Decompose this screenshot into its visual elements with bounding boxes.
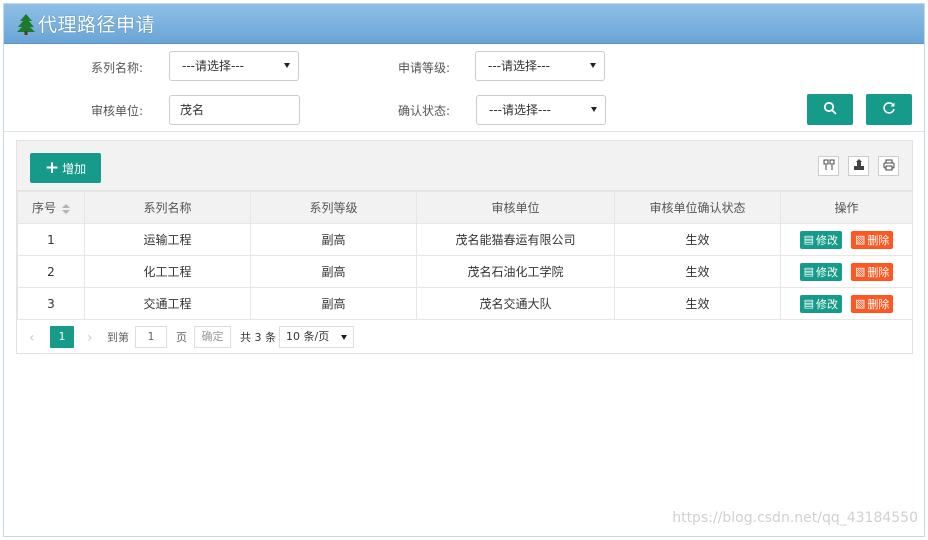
app-frame: 代理路径申请 系列名称: ---请选择--- 申请等级: ---请选择--- 审… (3, 3, 925, 537)
search-button[interactable] (807, 94, 853, 125)
plus-icon: + (44, 157, 60, 178)
delete-button[interactable]: ▧ 删除 (851, 294, 894, 313)
pagination: ‹ 1 › 到第 1 页 确定 共 3 条 10 条/页 (17, 320, 912, 353)
table-row: 2 化工工程 副高 茂名石油化工学院 生效 ▤ 修改 ▧ 删除 (17, 255, 913, 288)
review-unit-label: 审核单位: (91, 104, 144, 118)
sort-icon[interactable] (62, 203, 70, 214)
add-button-label: 增加 (62, 161, 87, 176)
export-icon (853, 158, 865, 174)
trash-icon: ▧ (855, 297, 866, 310)
header-series-level: 系列等级 (250, 191, 417, 224)
trash-icon: ▧ (855, 265, 866, 278)
goto-page-input[interactable]: 1 (135, 326, 167, 348)
table-row: 1 运输工程 副高 茂名能猫春运有限公司 生效 ▤ 修改 ▧ 删除 (17, 223, 913, 256)
edit-button[interactable]: ▤ 修改 (799, 262, 842, 281)
cell-unit: 茂名交通大队 (416, 287, 615, 320)
chevron-down-icon (590, 63, 596, 68)
chevron-down-icon (284, 63, 290, 68)
page-title: 代理路径申请 (38, 14, 156, 36)
header-actions: 操作 (780, 191, 913, 224)
cell-actions: ▤ 修改 ▧ 删除 (780, 287, 913, 320)
series-name-select-value: ---请选择--- (182, 59, 244, 73)
review-unit-input[interactable]: 茂名 (169, 95, 300, 125)
table-header-row: 序号 系列名称 系列等级 审核单位 审核单位确认状态 操作 (17, 191, 913, 224)
data-table: 序号 系列名称 系列等级 审核单位 审核单位确认状态 操作 1 运输工程 副高 … (17, 191, 913, 320)
print-icon (883, 159, 895, 174)
header-review-unit: 审核单位 (416, 191, 615, 224)
page-size-value: 10 条/页 (286, 330, 330, 343)
trash-icon: ▧ (855, 233, 866, 246)
confirm-status-select[interactable]: ---请选择--- (476, 95, 606, 125)
header-index[interactable]: 序号 (17, 191, 85, 224)
refresh-button[interactable] (866, 94, 912, 125)
table-row: 3 交通工程 副高 茂名交通大队 生效 ▤ 修改 ▧ 删除 (17, 287, 913, 320)
confirm-status-select-value: ---请选择--- (489, 103, 551, 117)
cell-status: 生效 (614, 255, 781, 288)
edit-icon: ▤ (803, 265, 814, 278)
add-button[interactable]: + 增加 (30, 153, 101, 183)
edit-icon: ▤ (803, 297, 814, 310)
edit-button[interactable]: ▤ 修改 (799, 294, 842, 313)
cell-unit: 茂名石油化工学院 (416, 255, 615, 288)
prev-page-icon[interactable]: ‹ (29, 328, 35, 348)
page-size-select[interactable]: 10 条/页 (279, 326, 354, 348)
cell-level: 副高 (250, 223, 417, 256)
columns-icon (823, 159, 835, 174)
tree-icon (16, 13, 36, 35)
divider (4, 131, 924, 132)
print-button[interactable] (878, 156, 899, 176)
cell-index: 3 (17, 287, 85, 320)
series-name-label: 系列名称: (91, 61, 144, 75)
next-page-icon[interactable]: › (87, 328, 93, 348)
delete-button[interactable]: ▧ 删除 (851, 230, 894, 249)
apply-level-label: 申请等级: (398, 61, 451, 75)
page-header: 代理路径申请 (4, 4, 924, 44)
columns-filter-button[interactable] (818, 156, 839, 176)
cell-status: 生效 (614, 287, 781, 320)
review-unit-input-value: 茂名 (180, 103, 205, 117)
table-toolbar: + 增加 (17, 141, 912, 191)
chevron-down-icon (591, 107, 597, 112)
refresh-icon (882, 101, 896, 118)
goto-label: 到第 (107, 331, 129, 344)
cell-unit: 茂名能猫春运有限公司 (416, 223, 615, 256)
goto-confirm-button[interactable]: 确定 (194, 326, 231, 348)
delete-button[interactable]: ▧ 删除 (851, 262, 894, 281)
cell-index: 1 (17, 223, 85, 256)
cell-status: 生效 (614, 223, 781, 256)
cell-index: 2 (17, 255, 85, 288)
cell-level: 副高 (250, 255, 417, 288)
cell-series: 运输工程 (84, 223, 251, 256)
header-confirm-status: 审核单位确认状态 (614, 191, 781, 224)
chevron-down-icon (341, 335, 347, 340)
data-panel: + 增加 序号 系列名称 系列等级 审核单位 审核单位确认状态 操作 1 运输工… (16, 140, 913, 354)
cell-series: 交通工程 (84, 287, 251, 320)
watermark: https://blog.csdn.net/qq_43184550 (672, 510, 918, 526)
apply-level-select-value: ---请选择--- (488, 59, 550, 73)
cell-actions: ▤ 修改 ▧ 删除 (780, 255, 913, 288)
total-count: 共 3 条 (240, 331, 276, 344)
confirm-status-label: 确认状态: (398, 104, 451, 118)
apply-level-select[interactable]: ---请选择--- (475, 51, 605, 81)
edit-button[interactable]: ▤ 修改 (799, 230, 842, 249)
header-series-name: 系列名称 (84, 191, 251, 224)
search-icon (823, 101, 837, 118)
cell-actions: ▤ 修改 ▧ 删除 (780, 223, 913, 256)
page-label: 页 (176, 331, 187, 344)
current-page[interactable]: 1 (50, 326, 74, 348)
series-name-select[interactable]: ---请选择--- (169, 51, 299, 81)
cell-series: 化工工程 (84, 255, 251, 288)
cell-level: 副高 (250, 287, 417, 320)
edit-icon: ▤ (803, 233, 814, 246)
export-button[interactable] (848, 156, 869, 176)
